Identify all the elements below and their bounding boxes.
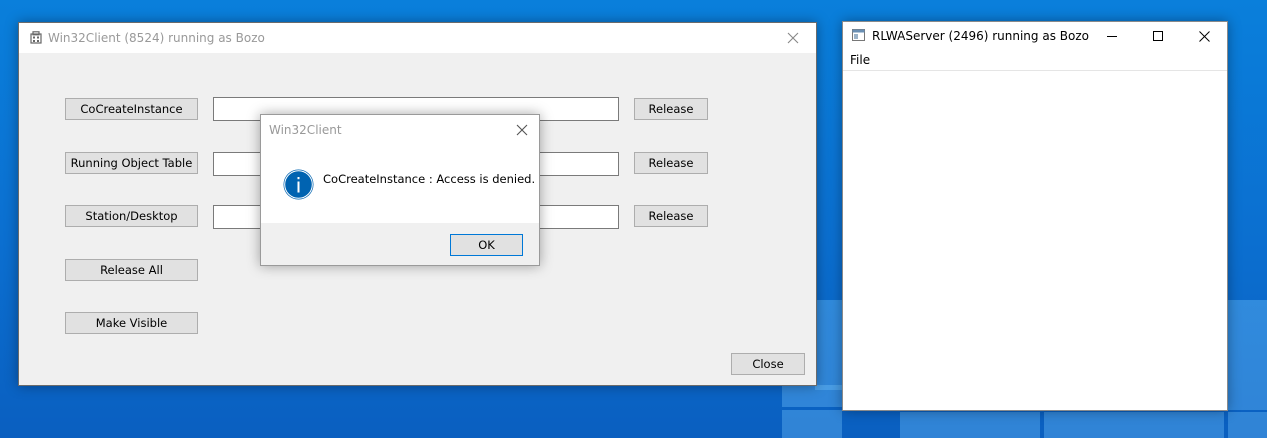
maximize-icon bbox=[1153, 31, 1163, 41]
close-icon bbox=[516, 124, 528, 136]
cocreateinstance-button[interactable]: CoCreateInstance bbox=[65, 98, 198, 120]
dialog-title: Win32Client bbox=[269, 123, 342, 137]
close-icon bbox=[1198, 30, 1210, 42]
ok-button[interactable]: OK bbox=[450, 234, 523, 256]
menu-bar: File bbox=[843, 50, 1227, 71]
rlwaserver-title: RLWAServer (2496) running as Bozo bbox=[872, 29, 1089, 43]
maximize-button[interactable] bbox=[1135, 22, 1181, 50]
win32client-titlebar[interactable]: Win32Client (8524) running as Bozo bbox=[19, 23, 816, 53]
make-visible-button[interactable]: Make Visible bbox=[65, 312, 198, 334]
window-title: Win32Client (8524) running as Bozo bbox=[48, 31, 265, 45]
info-icon bbox=[283, 169, 314, 203]
client-area bbox=[843, 71, 1227, 410]
menu-item-file[interactable]: File bbox=[850, 53, 870, 67]
release-all-button[interactable]: Release All bbox=[65, 259, 198, 281]
dialog-message: CoCreateInstance : Access is denied. bbox=[323, 172, 536, 186]
dialog-close-button[interactable] bbox=[505, 115, 539, 145]
dialog-titlebar[interactable]: Win32Client bbox=[261, 115, 539, 145]
minimize-button[interactable] bbox=[1089, 22, 1135, 50]
message-dialog: Win32Client CoCreateInstance : Access is… bbox=[260, 114, 540, 266]
close-window-button[interactable] bbox=[770, 23, 816, 53]
station-desktop-button[interactable]: Station/Desktop bbox=[65, 205, 198, 227]
minimize-icon bbox=[1107, 36, 1117, 37]
close-icon bbox=[787, 32, 799, 44]
running-object-table-button[interactable]: Running Object Table bbox=[65, 152, 198, 174]
release-button-2[interactable]: Release bbox=[634, 152, 708, 174]
rlwaserver-titlebar[interactable]: RLWAServer (2496) running as Bozo bbox=[843, 22, 1227, 50]
close-window-button[interactable] bbox=[1181, 22, 1227, 50]
release-button-3[interactable]: Release bbox=[634, 205, 708, 227]
close-button[interactable]: Close bbox=[731, 353, 805, 375]
app-icon bbox=[852, 29, 865, 44]
app-icon bbox=[30, 31, 42, 47]
release-button-1[interactable]: Release bbox=[634, 98, 708, 120]
rlwaserver-window: RLWAServer (2496) running as Bozo File bbox=[842, 21, 1228, 411]
